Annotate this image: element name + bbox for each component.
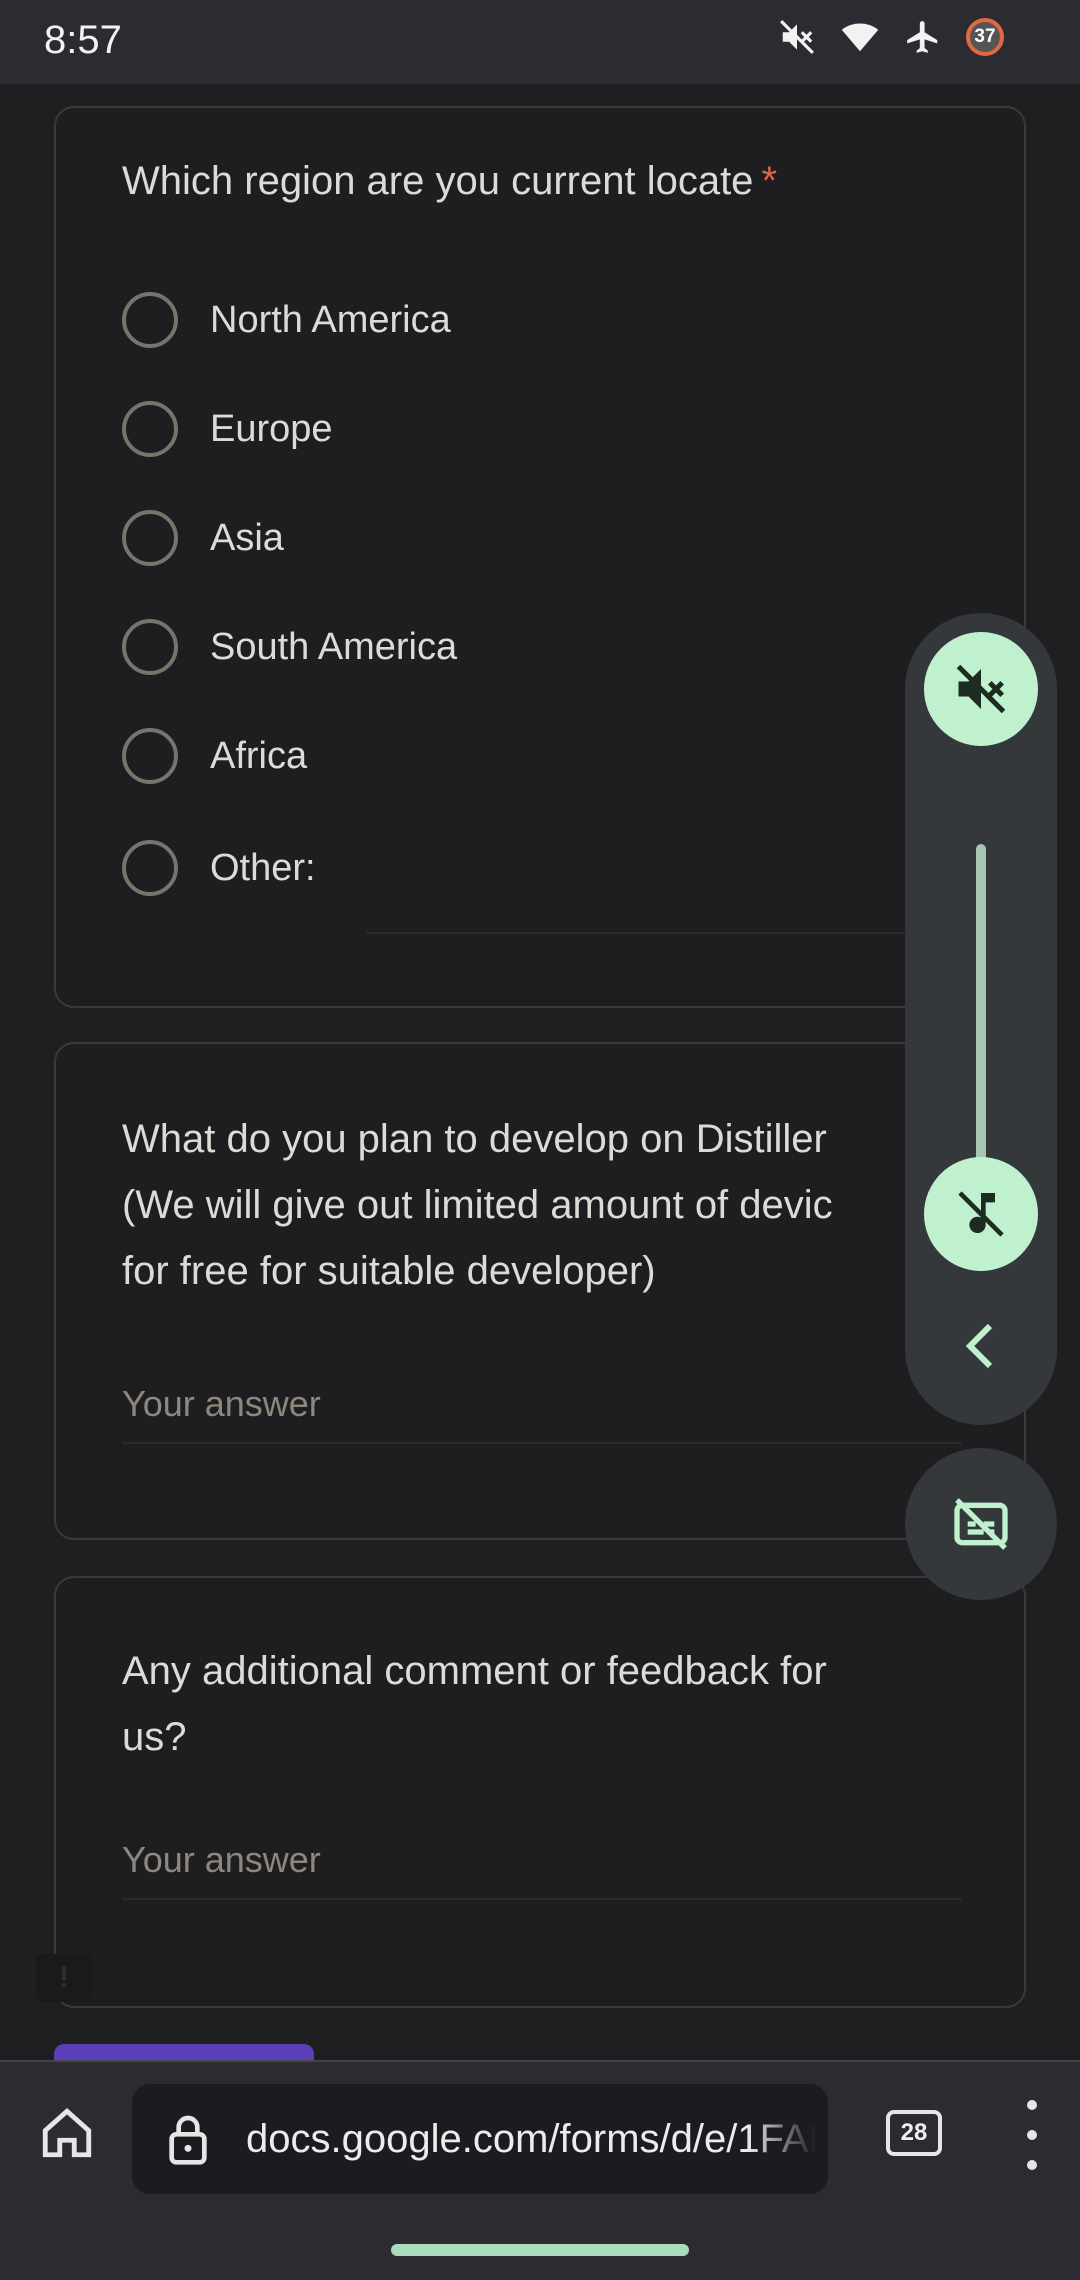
captions-off-icon[interactable] — [905, 1448, 1057, 1600]
more-vert-icon[interactable] — [1010, 2100, 1054, 2170]
home-icon[interactable] — [32, 2098, 102, 2168]
mute-icon — [778, 18, 816, 56]
submit-button[interactable] — [54, 2044, 314, 2060]
question-card-region: Which region are you current locate * Nor… — [54, 106, 1026, 1008]
radio-option-asia[interactable]: Asia — [122, 508, 284, 568]
option-label: Africa — [210, 734, 308, 777]
menu-dot — [1027, 2160, 1037, 2170]
status-bar: 8:57 37 — [0, 0, 1080, 84]
question-card-develop-plan: What do you plan to develop on Distiller… — [54, 1042, 1026, 1540]
battery-saver-icon: 37 — [966, 18, 1004, 56]
tabs-icon[interactable]: 28 — [886, 2110, 942, 2156]
lock-icon[interactable] — [160, 2107, 216, 2171]
chevron-left-icon[interactable] — [950, 1316, 1010, 1376]
radio-option-other[interactable]: Other: — [122, 838, 316, 898]
status-time: 8:57 — [44, 18, 122, 62]
gesture-nav-handle[interactable] — [391, 2244, 689, 2256]
radio-option-south-america[interactable]: South America — [122, 617, 457, 677]
radio-button[interactable] — [122, 510, 178, 566]
question-title-develop-plan: What do you plan to develop on Distiller… — [122, 1117, 833, 1293]
address-bar[interactable]: docs.google.com/forms/d/e/1FAIpQL — [132, 2084, 828, 2194]
status-icons: 37 — [778, 18, 1004, 56]
answer-input-develop-plan[interactable]: Your answer — [122, 1374, 962, 1444]
report-feedback-icon[interactable]: ! — [36, 1954, 92, 2002]
menu-dot — [1027, 2130, 1037, 2140]
option-label: North America — [210, 298, 451, 341]
question-title-region: Which region are you current locate * — [122, 159, 778, 203]
radio-button[interactable] — [122, 840, 178, 896]
airplane-mode-icon — [904, 18, 942, 56]
browser-toolbar: docs.google.com/forms/d/e/1FAIpQL 28 — [0, 2060, 1080, 2280]
question-card-feedback: Any additional comment or feedback for u… — [54, 1576, 1026, 2008]
radio-button[interactable] — [122, 619, 178, 675]
radio-button[interactable] — [122, 401, 178, 457]
other-text-input[interactable] — [366, 932, 966, 934]
answer-input-feedback[interactable]: Your answer — [122, 1830, 962, 1900]
option-label: Other: — [210, 846, 316, 889]
menu-dot — [1027, 2100, 1037, 2110]
radio-button[interactable] — [122, 728, 178, 784]
screen: 8:57 37 Which region are you current loc… — [0, 0, 1080, 2280]
radio-option-africa[interactable]: Africa — [122, 726, 307, 786]
radio-option-north-america[interactable]: North America — [122, 290, 451, 350]
required-asterisk: * — [761, 159, 778, 203]
option-label: Asia — [210, 516, 284, 559]
url-text[interactable]: docs.google.com/forms/d/e/1FAIpQL — [246, 2117, 816, 2162]
option-label: South America — [210, 625, 458, 668]
question-title-feedback: Any additional comment or feedback for u… — [122, 1649, 827, 1759]
radio-option-europe[interactable]: Europe — [122, 399, 333, 459]
ringer-muted-icon[interactable] — [924, 1157, 1038, 1271]
option-label: Europe — [210, 407, 333, 450]
wifi-icon — [840, 18, 880, 56]
volume-off-icon[interactable] — [924, 632, 1038, 746]
radio-button[interactable] — [122, 292, 178, 348]
